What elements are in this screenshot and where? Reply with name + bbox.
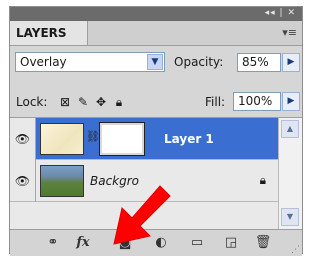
window-controls[interactable]: ◂◂ | ✕	[265, 8, 296, 18]
layer-name[interactable]: Backgro	[90, 160, 139, 202]
adjustment-layer-icon[interactable]: ◐	[150, 234, 172, 252]
eye-icon[interactable]: 👁︎	[10, 118, 36, 160]
layer-thumbnail[interactable]	[40, 123, 84, 155]
lock-all-icon[interactable]: 🔒︎	[112, 95, 126, 109]
lock-image-pixels-icon[interactable]: ✎	[76, 95, 90, 109]
delete-layer-icon[interactable]: 🗑︎	[252, 234, 274, 252]
lock-label: Lock:	[16, 95, 48, 109]
resize-grip-icon[interactable]: ⋰	[291, 245, 300, 255]
eye-icon[interactable]: 👁︎	[10, 160, 36, 202]
panel-titlebar: ◂◂ | ✕	[10, 7, 302, 21]
opacity-input[interactable]: 85%	[237, 53, 281, 72]
opacity-label: Opacity:	[174, 55, 224, 69]
scroll-up-icon[interactable]: ▲	[281, 120, 299, 138]
blend-mode-value: Overlay	[20, 55, 67, 69]
panel-menu-icon[interactable]: ▾≡	[282, 26, 297, 39]
new-group-icon[interactable]: ▭	[186, 234, 208, 252]
layers-panel: ◂◂ | ✕ LAYERS ▾≡ Overlay ▼ Opacity: 85% …	[9, 6, 303, 256]
opacity-slider-arrow-icon[interactable]: ▶	[282, 53, 300, 72]
lock-icon: 🔒︎	[259, 173, 266, 187]
fill-input[interactable]: 100%	[233, 92, 281, 111]
layer-mask-thumbnail[interactable]	[99, 122, 145, 156]
blend-mode-select[interactable]: Overlay ▼	[15, 52, 165, 72]
new-layer-icon[interactable]: ◲	[220, 234, 242, 252]
fx-layer-style-icon[interactable]: fx	[72, 234, 94, 252]
lock-row: Lock: ⊠ ✎ ✥ 🔒︎ Fill: 100% ▶	[10, 89, 302, 115]
layers-scrollbar[interactable]: ▲ ▼	[278, 117, 302, 229]
lock-position-icon[interactable]: ✥	[94, 95, 108, 109]
layer-name[interactable]: Layer 1	[164, 118, 214, 160]
link-layers-icon[interactable]: ⚭	[42, 234, 64, 252]
layers-list: 👁︎ ⛓︎ Layer 1 👁︎ Backgro 🔒︎	[10, 117, 278, 230]
chevron-down-icon[interactable]: ▼	[147, 54, 163, 70]
fill-label: Fill:	[205, 95, 226, 109]
panel-tab-row: LAYERS ▾≡	[10, 21, 302, 46]
layer-row-background[interactable]: 👁︎ Backgro 🔒︎	[10, 160, 278, 202]
background-thumbnail[interactable]	[40, 165, 84, 197]
layers-bottom-toolbar: ⚭ fx ◙ ◐ ▭ ◲ 🗑︎ ⋰	[10, 229, 302, 256]
layer-row-layer-1[interactable]: 👁︎ ⛓︎ Layer 1	[10, 118, 278, 160]
scroll-down-icon[interactable]: ▼	[281, 208, 299, 226]
mask-link-icon[interactable]: ⛓︎	[86, 130, 100, 143]
lock-transparent-pixels-icon[interactable]: ⊠	[58, 95, 72, 109]
add-layer-mask-icon[interactable]: ◙	[114, 234, 136, 252]
tab-layers[interactable]: LAYERS	[10, 21, 88, 45]
fill-slider-arrow-icon[interactable]: ▶	[282, 92, 300, 111]
